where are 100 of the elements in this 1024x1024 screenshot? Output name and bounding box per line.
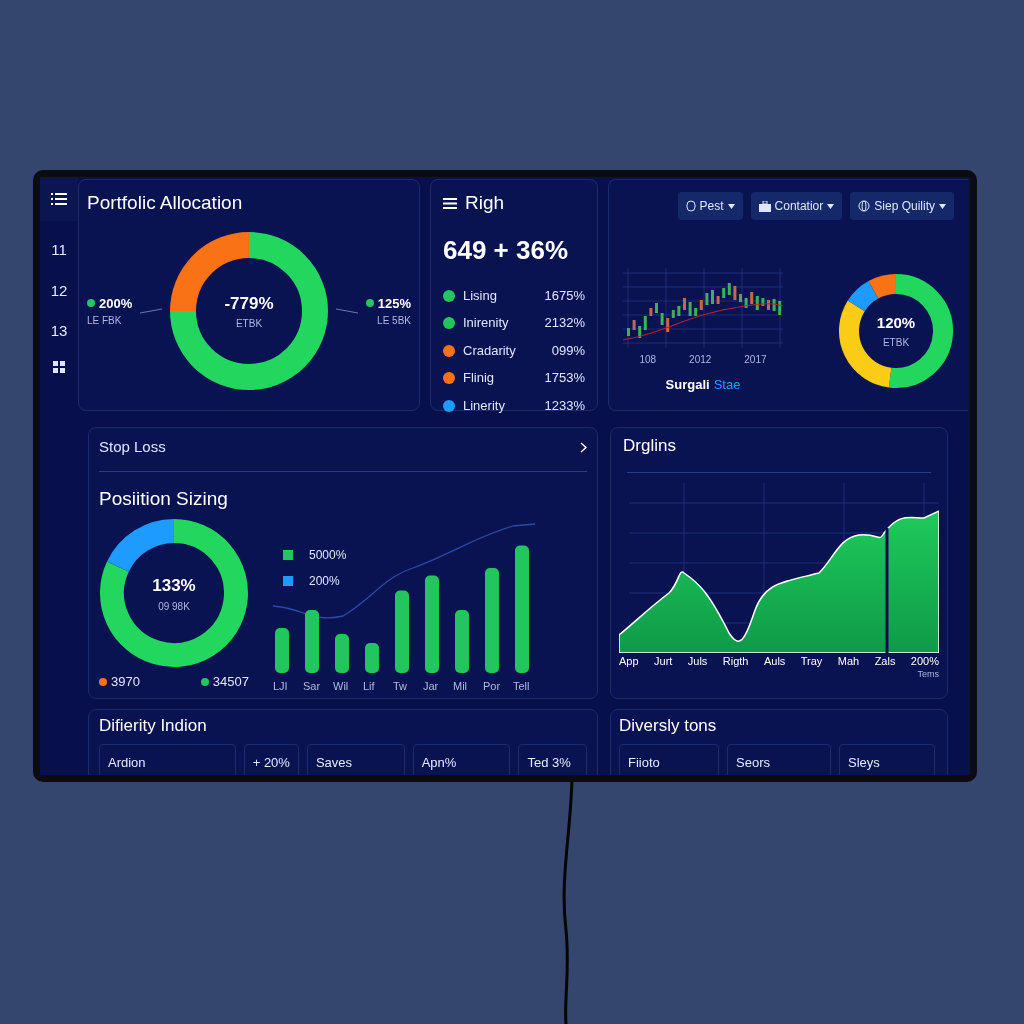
summary-cell: Seors <box>727 744 831 775</box>
legend-value: 200% <box>309 573 340 591</box>
axis-label: Tw <box>393 679 409 695</box>
axis-label: App <box>619 654 639 670</box>
axis-label: Auls <box>763 654 786 670</box>
caret-icon <box>827 203 835 209</box>
candle <box>677 306 681 316</box>
bar <box>275 628 289 674</box>
bar <box>455 610 469 674</box>
candle <box>733 286 737 300</box>
metric-name: Cradarity <box>463 341 517 360</box>
candle <box>761 298 765 306</box>
candle <box>688 302 692 316</box>
axis-label: Por <box>483 679 502 695</box>
dropdown-button[interactable]: Pest <box>677 192 743 220</box>
chart-caption: Surgali <box>665 376 710 394</box>
chevron-icon <box>580 441 587 453</box>
metric-name: Linerity <box>463 396 506 415</box>
list-row[interactable]: Stop Loss <box>99 432 587 463</box>
sidebar-item[interactable]: 12 <box>50 279 68 302</box>
candle <box>649 308 653 316</box>
metric-value: 1233% <box>544 396 585 415</box>
candle <box>627 328 630 336</box>
leader-line <box>139 307 162 314</box>
candle <box>705 293 709 305</box>
metric-name: Lising <box>463 286 498 305</box>
panel-title: Diversly tons <box>619 716 718 737</box>
panel-title: Portfolic Allocation <box>87 192 244 215</box>
axis-label: 2017 <box>744 353 767 367</box>
metric-name: Flinig <box>463 369 496 388</box>
row-label: Stop Loss <box>99 437 166 457</box>
axis-label: Jurt <box>654 654 673 670</box>
donut-label: 09 98K <box>157 599 191 614</box>
section-title: Posiition Sizing <box>99 487 229 511</box>
panel-title: Difierity Indion <box>99 716 208 737</box>
caret-icon <box>727 203 735 209</box>
dropdown-button[interactable]: Siep Quility <box>850 192 954 220</box>
axis-label: LJI <box>273 679 289 695</box>
summary-cell: Sleys <box>839 744 935 775</box>
menu-icon[interactable] <box>51 193 67 205</box>
grid-icon[interactable] <box>53 360 65 373</box>
axis-label: Jar <box>423 679 440 695</box>
metric-name: Inirenity <box>463 314 510 333</box>
axis-label: Mil <box>453 679 469 695</box>
legend-value: 125% <box>377 294 411 313</box>
sidebar-item[interactable]: 11 <box>51 239 67 262</box>
summary-cell: Ted 3% <box>518 744 587 775</box>
dropdown-button[interactable]: Contatior <box>750 192 843 220</box>
axis-label: Mah <box>837 654 860 670</box>
candle <box>711 290 714 304</box>
legend-label: LE 5BK <box>376 314 411 329</box>
candle <box>655 303 658 313</box>
axis-label: Lif <box>363 679 376 695</box>
axis-label: 2012 <box>689 353 712 367</box>
axis-label: Zals <box>874 654 896 670</box>
axis-label: Wil <box>333 679 350 695</box>
bar <box>335 634 349 674</box>
summary-cell: Fiioto <box>619 744 719 775</box>
donut-label: ETBK <box>234 317 264 332</box>
axis-label: Sar <box>303 679 322 695</box>
leader-line <box>336 307 359 314</box>
caret-icon <box>939 203 946 209</box>
donut-value: -779% <box>224 292 274 315</box>
candle <box>739 294 742 302</box>
panel-title: Righ <box>465 192 505 215</box>
legend-value: 34507 <box>212 673 249 692</box>
donut-label: ETBK <box>881 336 911 350</box>
metric-value: 099% <box>551 341 585 360</box>
bar <box>305 610 319 674</box>
sidebar-item[interactable]: 13 <box>50 320 68 343</box>
candle <box>767 300 770 310</box>
briefcase-icon <box>758 200 771 212</box>
headline-value: 649 + 36% <box>443 233 570 267</box>
summary-cell: Apn% <box>412 744 511 775</box>
summary-cell: Ardion <box>99 744 236 775</box>
panel-title: Drglins <box>623 436 677 457</box>
legend-value: 5000% <box>309 547 347 565</box>
legend-label: LE FBK <box>87 314 123 329</box>
axis-label: Rigth <box>722 654 749 670</box>
axis-label: 200% <box>910 654 939 670</box>
candle <box>772 299 776 311</box>
globe-icon <box>858 200 871 212</box>
metric-value: 1675% <box>544 286 585 305</box>
summary-cell: + 20% <box>243 744 299 775</box>
donut-value: 120% <box>876 313 916 334</box>
metric-value: 2132% <box>544 314 585 333</box>
axis-label: Tell <box>513 679 531 695</box>
summary-cell: Saves <box>306 744 405 775</box>
legend-value: 200% <box>99 294 133 313</box>
axis-label: 108 <box>639 353 657 367</box>
donut-value: 133% <box>152 575 196 598</box>
chart-caption: Stae <box>713 376 741 394</box>
candle <box>778 301 782 315</box>
menu-icon[interactable] <box>443 197 457 209</box>
candle <box>632 320 636 330</box>
legend-value: 3970 <box>111 673 140 692</box>
axis-label: Tray <box>800 654 823 670</box>
candle <box>744 298 748 308</box>
candle <box>716 296 720 304</box>
candle <box>660 313 664 325</box>
